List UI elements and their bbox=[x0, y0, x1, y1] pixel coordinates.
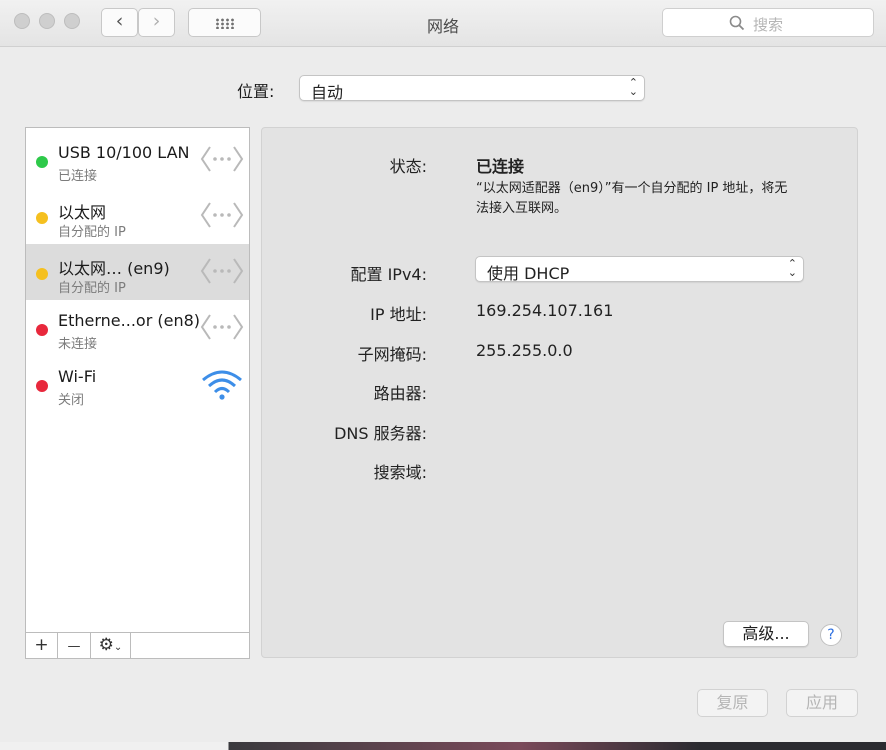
search-placeholder: 搜索 bbox=[753, 16, 784, 34]
status-dot-icon bbox=[36, 212, 48, 224]
service-name: Wi-Fi bbox=[58, 367, 97, 386]
subnet-mask-value: 255.255.0.0 bbox=[476, 341, 573, 360]
ipv4-config-value: 使用 DHCP bbox=[487, 264, 570, 283]
status-dot-icon bbox=[36, 156, 48, 168]
action-menu-button[interactable]: ⚙⌄ bbox=[91, 633, 131, 658]
ethernet-icon bbox=[200, 144, 244, 178]
status-description: “以太网适配器（en9）”有一个自分配的 IP 地址，将无法接入互联网。 bbox=[476, 181, 788, 216]
status-dot-icon bbox=[36, 380, 48, 392]
status-value: 已连接 bbox=[476, 157, 525, 176]
advanced-button[interactable]: 高级... bbox=[723, 621, 809, 647]
router-label: 路由器: bbox=[373, 384, 427, 403]
chevron-down-icon: ⌄ bbox=[113, 642, 123, 653]
status-dot-icon bbox=[36, 268, 48, 280]
search-icon bbox=[729, 15, 745, 31]
service-list: USB 10/100 LAN 已连接以太网自分配的 IP 以太网… (en9) 自分配… bbox=[25, 127, 250, 659]
add-label: + bbox=[34, 635, 49, 655]
search-field[interactable]: 搜索 bbox=[662, 8, 874, 37]
service-list-toolbar: + — ⚙⌄ bbox=[26, 632, 249, 658]
service-item[interactable]: 以太网… (en9) 自分配的 IP bbox=[26, 244, 249, 300]
service-status: 自分配的 IP bbox=[58, 281, 126, 296]
detail-panel: 状态: 已连接 “以太网适配器（en9）”有一个自分配的 IP 地址，将无法接入… bbox=[261, 127, 858, 658]
service-item[interactable]: USB 10/100 LAN 已连接 bbox=[26, 132, 249, 188]
location-popup[interactable]: 自动 ⌃ ⌄ bbox=[299, 75, 645, 102]
service-status: 未连接 bbox=[58, 337, 98, 352]
remove-service-button[interactable]: — bbox=[58, 633, 91, 658]
revert-button[interactable]: 复原 bbox=[697, 689, 768, 717]
ethernet-icon bbox=[200, 256, 244, 290]
ipv4-config-label: 配置 IPv4: bbox=[350, 265, 428, 284]
service-name: Etherne...or (en8) bbox=[58, 311, 201, 330]
service-status: 已连接 bbox=[58, 169, 98, 184]
gear-icon: ⚙ bbox=[98, 635, 114, 655]
status-label: 状态: bbox=[389, 157, 427, 176]
wifi-icon bbox=[200, 368, 244, 406]
help-button[interactable]: ? bbox=[820, 624, 842, 646]
search-domain-label: 搜索域: bbox=[373, 463, 427, 482]
updown-chevron-icon: ⌃ ⌄ bbox=[628, 76, 638, 98]
ipv4-config-popup[interactable]: 使用 DHCP ⌃ ⌄ bbox=[475, 256, 804, 283]
location-label: 位置: bbox=[237, 82, 275, 101]
title-bar: ‹ › 网络 搜索 bbox=[0, 0, 886, 47]
ethernet-icon bbox=[200, 200, 244, 234]
service-status: 关闭 bbox=[58, 393, 85, 408]
ip-address-value: 169.254.107.161 bbox=[476, 301, 614, 320]
ip-address-label: IP 地址: bbox=[370, 305, 427, 324]
service-item[interactable]: Wi-Fi 关闭 bbox=[26, 356, 249, 412]
ethernet-icon bbox=[200, 312, 244, 346]
location-value: 自动 bbox=[311, 83, 344, 102]
apply-button[interactable]: 应用 bbox=[786, 689, 858, 717]
subnet-mask-label: 子网掩码: bbox=[357, 345, 427, 364]
service-status: 自分配的 IP bbox=[58, 225, 126, 240]
service-item[interactable]: 以太网自分配的 IP bbox=[26, 188, 249, 244]
updown-chevron-icon: ⌃ ⌄ bbox=[787, 257, 797, 279]
remove-label: — bbox=[67, 639, 81, 654]
network-preferences-window: ‹ › 网络 搜索 位置: 自动 ⌃ ⌄ USB 10/100 LAN 已连接以太网… bbox=[0, 0, 886, 742]
service-name: 以太网… (en9) bbox=[58, 259, 170, 278]
status-dot-icon bbox=[36, 324, 48, 336]
dns-server-label: DNS 服务器: bbox=[334, 424, 427, 443]
service-name: USB 10/100 LAN bbox=[58, 143, 190, 162]
desktop-background bbox=[0, 742, 886, 750]
service-item[interactable]: Etherne...or (en8) 未连接 bbox=[26, 300, 249, 356]
add-service-button[interactable]: + bbox=[26, 633, 58, 658]
service-name: 以太网 bbox=[58, 203, 107, 222]
